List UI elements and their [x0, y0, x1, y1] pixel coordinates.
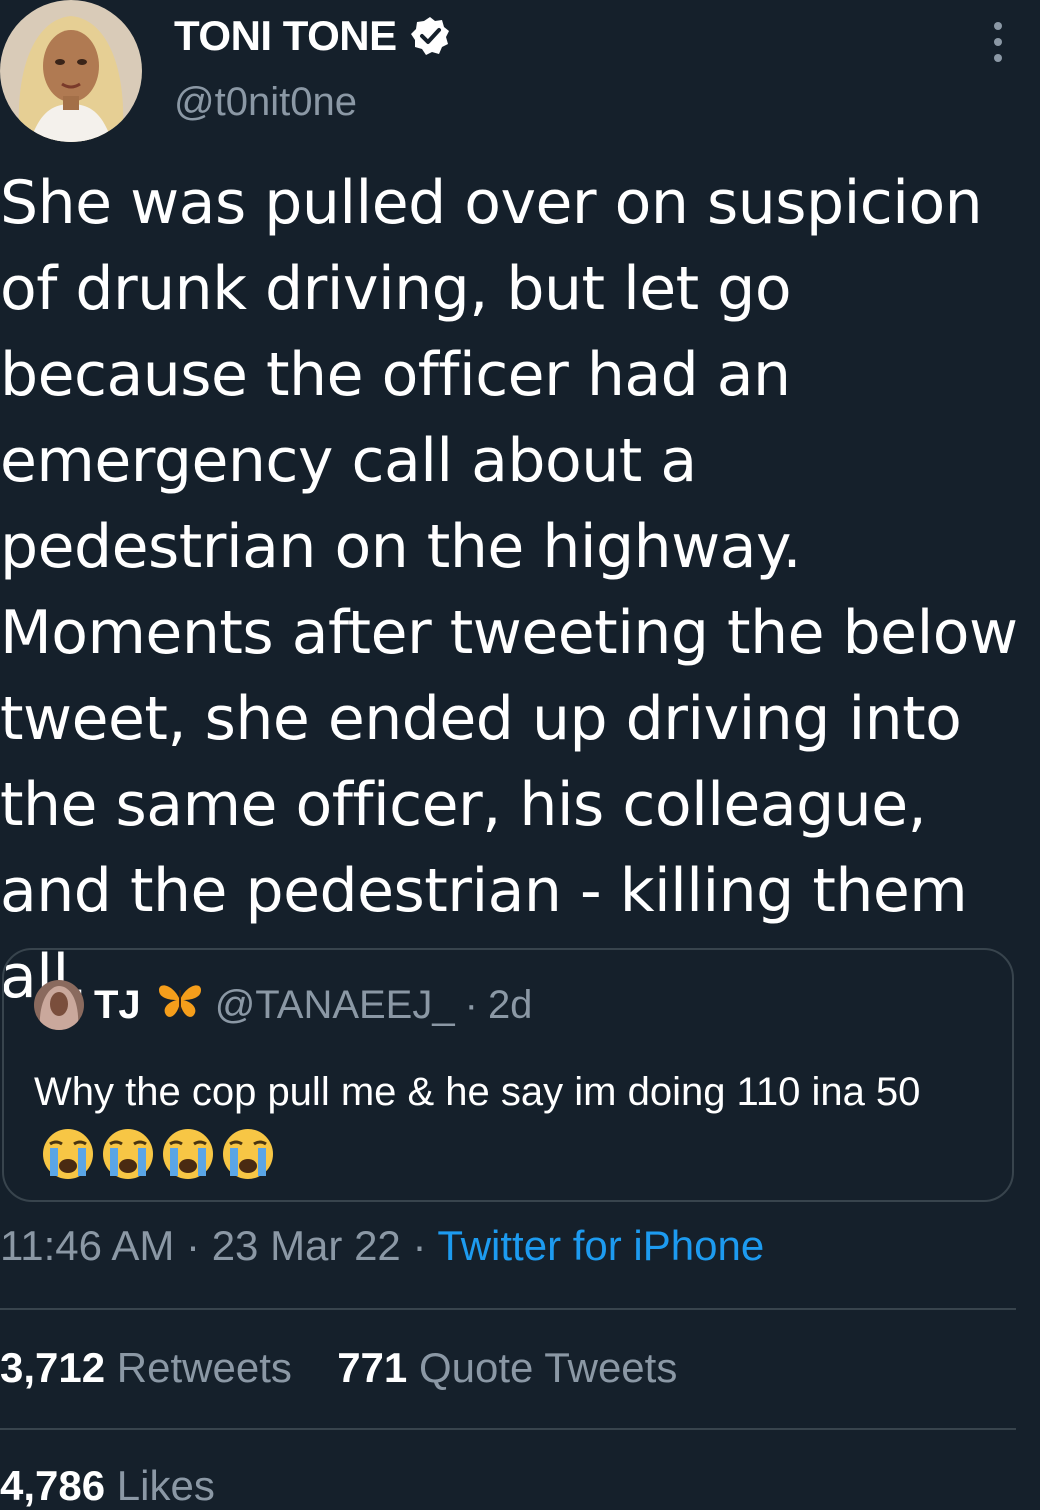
retweets-count: 3,712 [0, 1344, 106, 1391]
quoted-tweet-text-body: Why the cop pull me & he say im doing 11… [34, 1070, 921, 1114]
likes-label: Likes [116, 1462, 215, 1509]
emoji-row [40, 1126, 276, 1182]
crying-face-icon [163, 1129, 213, 1180]
likes-stat[interactable]: 4,786 Likes [0, 1462, 215, 1509]
quoted-avatar[interactable] [34, 980, 84, 1030]
verified-badge-icon [409, 15, 451, 57]
retweets-stat[interactable]: 3,712 Retweets [0, 1344, 304, 1391]
tweet-source-link[interactable]: Twitter for iPhone [437, 1222, 764, 1269]
tweet-time[interactable]: 11:46 AM [0, 1222, 174, 1269]
quoted-tweet-header: TJ @TANAEEJ_ · 2d [34, 980, 532, 1030]
tweet-text: She was pulled over on suspicion of drun… [0, 168, 1018, 1012]
display-name-text: TONI TONE [174, 12, 397, 59]
quoted-display-name[interactable]: TJ [94, 983, 141, 1028]
retweets-label: Retweets [116, 1344, 292, 1391]
likes-count: 4,786 [0, 1462, 106, 1509]
likes-row: 4,786 Likes [0, 1462, 215, 1510]
quoted-tweet-text: Why the cop pull me & he say im doing 11… [34, 1062, 994, 1182]
more-options-icon[interactable] [992, 22, 1004, 62]
tweet-date[interactable]: 23 Mar 22 [212, 1222, 401, 1269]
quoted-tweet-card[interactable]: TJ @TANAEEJ_ · 2d Why the cop pull me & … [2, 948, 1014, 1202]
separator-dot: · [464, 982, 478, 1027]
crying-face-icon [43, 1129, 93, 1180]
separator-dot: · [186, 1222, 201, 1269]
tweet-meta: 11:46 AM · 23 Mar 22 · Twitter for iPhon… [0, 1222, 764, 1270]
stats-row: 3,712 Retweets 771 Quote Tweets [0, 1344, 677, 1392]
crying-face-icon [223, 1129, 273, 1180]
quote-tweets-stat[interactable]: 771 Quote Tweets [337, 1344, 677, 1391]
display-name[interactable]: TONI TONE [174, 12, 451, 60]
separator-dot: · [412, 1222, 427, 1269]
crying-face-icon [103, 1129, 153, 1180]
quoted-time[interactable]: 2d [488, 983, 533, 1028]
divider [0, 1428, 1016, 1430]
butterfly-icon [155, 980, 215, 1030]
avatar[interactable] [0, 0, 142, 142]
divider [0, 1308, 1016, 1310]
author-handle[interactable]: @t0nit0ne [174, 80, 357, 125]
quoted-handle[interactable]: @TANAEEJ_ [215, 983, 455, 1028]
quote-tweets-label: Quote Tweets [418, 1344, 678, 1391]
quote-tweets-count: 771 [337, 1344, 408, 1391]
